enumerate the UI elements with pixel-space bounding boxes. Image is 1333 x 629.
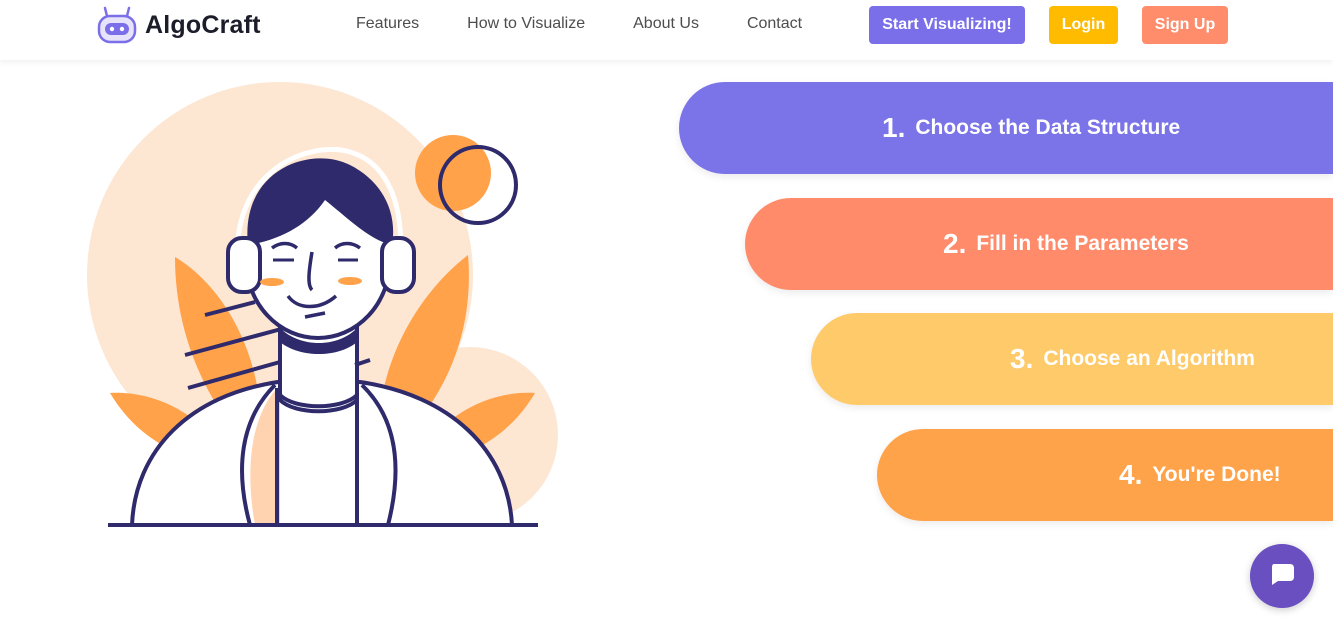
step-number: 3. (1010, 343, 1034, 374)
nav-link-about-us[interactable]: About Us (633, 14, 699, 34)
step-label: You're Done! (1152, 463, 1281, 486)
step-2-fill-parameters: 2. Fill in the Parameters (745, 198, 1333, 290)
person-with-headphones-illustration (80, 70, 560, 545)
step-number: 4. (1119, 459, 1143, 490)
step-1-choose-data-structure: 1. Choose the Data Structure (679, 82, 1333, 174)
navbar: AlgoCraft Features How to Visualize Abou… (0, 0, 1333, 60)
step-number: 1. (882, 112, 906, 143)
step-label: Choose the Data Structure (915, 116, 1181, 139)
brand-name: AlgoCraft (145, 10, 261, 39)
nav-links: Features How to Visualize About Us Conta… (356, 14, 850, 34)
step-label: Fill in the Parameters (976, 232, 1189, 255)
step-label: Choose an Algorithm (1043, 347, 1255, 370)
login-button[interactable]: Login (1049, 6, 1118, 44)
nav-link-features[interactable]: Features (356, 14, 419, 34)
nav-link-how-to-visualize[interactable]: How to Visualize (467, 14, 585, 34)
start-visualizing-button[interactable]: Start Visualizing! (869, 6, 1025, 44)
chat-button[interactable] (1250, 544, 1314, 608)
nav-link-contact[interactable]: Contact (747, 14, 802, 34)
step-4-done: 4. You're Done! (877, 429, 1333, 521)
step-3-choose-algorithm: 3. Choose an Algorithm (811, 313, 1333, 405)
chat-bubble-icon (1268, 560, 1296, 593)
robot-icon (97, 6, 137, 44)
step-number: 2. (943, 228, 967, 259)
brand-logo-link[interactable]: AlgoCraft (97, 6, 261, 44)
signup-button[interactable]: Sign Up (1142, 6, 1228, 44)
